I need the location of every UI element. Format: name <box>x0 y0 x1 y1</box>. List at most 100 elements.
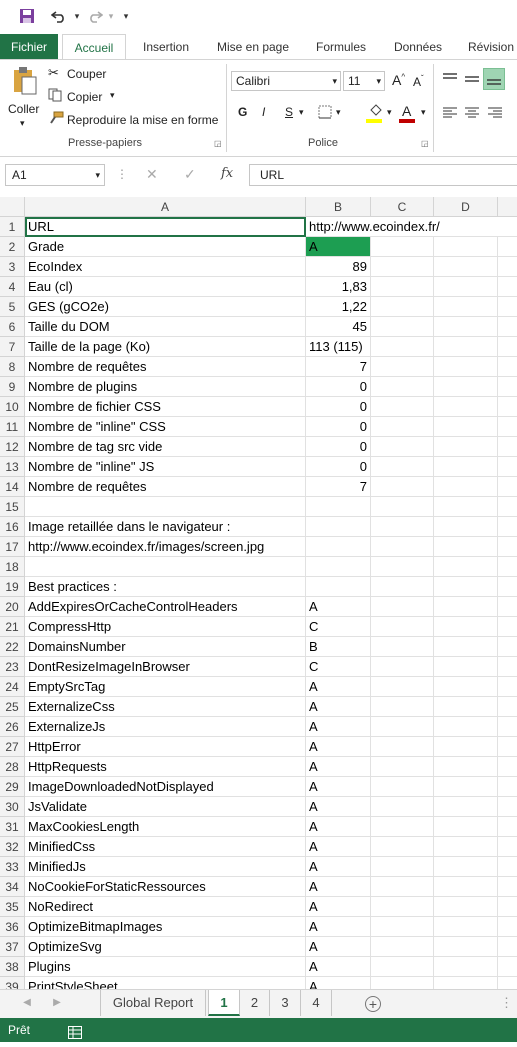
row-header[interactable]: 37 <box>0 937 25 957</box>
cell-a[interactable]: Nombre de fichier CSS <box>25 397 306 417</box>
row-header[interactable]: 34 <box>0 877 25 897</box>
italic-button[interactable]: I <box>262 105 265 119</box>
add-sheet-button[interactable]: + <box>365 996 381 1012</box>
cell-e[interactable] <box>498 477 517 497</box>
cell-b[interactable]: A <box>306 837 371 857</box>
cell-d[interactable] <box>434 757 498 777</box>
cell-b[interactable]: A <box>306 717 371 737</box>
tab-insertion[interactable]: Insertion <box>134 34 198 60</box>
name-box[interactable]: A1 ▾ <box>5 164 105 186</box>
dialog-launcher-icon[interactable]: ◲ <box>421 139 429 148</box>
cell-d[interactable] <box>434 297 498 317</box>
cell-e[interactable] <box>498 757 517 777</box>
font-color-button[interactable]: A <box>399 103 419 125</box>
cell-b[interactable]: 1,83 <box>306 277 371 297</box>
align-middle-icon[interactable] <box>464 72 480 86</box>
cell-a[interactable] <box>25 497 306 517</box>
cell-e[interactable] <box>498 317 517 337</box>
cell-b[interactable]: A <box>306 937 371 957</box>
align-right-icon[interactable] <box>487 106 503 120</box>
cell-b[interactable] <box>306 537 371 557</box>
row-header[interactable]: 18 <box>0 557 25 577</box>
select-all-corner[interactable] <box>0 197 25 217</box>
cell-a[interactable]: Nombre de requêtes <box>25 477 306 497</box>
row-header[interactable]: 3 <box>0 257 25 277</box>
cell-b[interactable]: 0 <box>306 397 371 417</box>
cell-b[interactable]: A <box>306 817 371 837</box>
row-header[interactable]: 6 <box>0 317 25 337</box>
cell-e[interactable] <box>498 917 517 937</box>
cell-d[interactable] <box>434 317 498 337</box>
cell-b[interactable]: A <box>306 957 371 977</box>
column-header-b[interactable]: B <box>306 197 371 217</box>
row-header[interactable]: 13 <box>0 457 25 477</box>
cell-e[interactable] <box>498 837 517 857</box>
borders-icon[interactable] <box>318 105 332 122</box>
chevron-down-icon[interactable]: ▾ <box>120 6 132 26</box>
cut-button[interactable]: ✂ Couper <box>48 65 118 83</box>
format-painter-button[interactable]: Reproduire la mise en forme <box>48 111 224 129</box>
tab-formules[interactable]: Formules <box>308 34 374 60</box>
redo-dropdown-icon[interactable]: ▾ <box>106 6 116 26</box>
cell-a[interactable]: MinifiedJs <box>25 857 306 877</box>
grip-icon[interactable]: ⋮ <box>500 990 513 1016</box>
cell-e[interactable] <box>498 717 517 737</box>
row-header[interactable]: 1 <box>0 217 25 237</box>
row-header[interactable]: 26 <box>0 717 25 737</box>
cell-d[interactable] <box>434 737 498 757</box>
cell-e[interactable] <box>498 357 517 377</box>
cell-c[interactable] <box>371 637 434 657</box>
shrink-font-button[interactable]: Aˇ <box>413 74 424 89</box>
cell-b[interactable]: C <box>306 657 371 677</box>
cell-c[interactable] <box>371 257 434 277</box>
cell-c[interactable] <box>371 297 434 317</box>
cell-b[interactable]: B <box>306 637 371 657</box>
cell-d[interactable] <box>434 977 498 989</box>
tab-fichier[interactable]: Fichier <box>0 34 58 60</box>
cell-b[interactable]: A <box>306 757 371 777</box>
cell-b[interactable]: A <box>306 917 371 937</box>
cell-d[interactable] <box>434 237 498 257</box>
cell-b[interactable]: A <box>306 737 371 757</box>
cell-c[interactable] <box>371 237 434 257</box>
undo-icon[interactable] <box>48 6 70 26</box>
cell-c[interactable] <box>371 277 434 297</box>
save-icon[interactable] <box>16 6 38 26</box>
cell-e[interactable] <box>498 857 517 877</box>
cell-a[interactable]: Nombre de "inline" CSS <box>25 417 306 437</box>
cell-e[interactable] <box>498 617 517 637</box>
cell-d[interactable] <box>434 877 498 897</box>
cell-b[interactable]: 1,22 <box>306 297 371 317</box>
row-header[interactable]: 20 <box>0 597 25 617</box>
cell-a[interactable]: NoRedirect <box>25 897 306 917</box>
row-header[interactable]: 36 <box>0 917 25 937</box>
bold-button[interactable]: G <box>238 105 247 119</box>
font-name-select[interactable]: Calibri ▾ <box>231 71 341 91</box>
cell-d[interactable] <box>434 697 498 717</box>
cell-d[interactable] <box>434 617 498 637</box>
grow-font-button[interactable]: A^ <box>392 72 405 88</box>
chevron-down-icon[interactable]: ▾ <box>421 107 426 118</box>
sheet-tab-global-report[interactable]: Global Report <box>100 990 206 1016</box>
cell-a[interactable]: HttpRequests <box>25 757 306 777</box>
cell-c[interactable] <box>371 717 434 737</box>
cell-e[interactable] <box>498 777 517 797</box>
cell-a[interactable]: http://www.ecoindex.fr/images/screen.jpg <box>25 537 306 557</box>
row-header[interactable]: 12 <box>0 437 25 457</box>
cell-a[interactable]: Nombre de tag src vide <box>25 437 306 457</box>
cell-e[interactable] <box>498 277 517 297</box>
cell-a[interactable]: ImageDownloadedNotDisplayed <box>25 777 306 797</box>
cell-b[interactable]: A <box>306 777 371 797</box>
cell-a[interactable]: Eau (cl) <box>25 277 306 297</box>
cell-a[interactable]: Nombre de "inline" JS <box>25 457 306 477</box>
fill-color-button[interactable] <box>366 103 386 125</box>
cell-e[interactable] <box>498 437 517 457</box>
cell-e[interactable] <box>498 697 517 717</box>
cell-a[interactable]: CompressHttp <box>25 617 306 637</box>
paste-button[interactable]: Coller ▾ <box>4 64 44 130</box>
cell-c[interactable] <box>371 457 434 477</box>
cell-c[interactable] <box>371 737 434 757</box>
cell-a[interactable]: Plugins <box>25 957 306 977</box>
tab-revision[interactable]: Révision <box>460 34 517 60</box>
cell-e[interactable] <box>498 977 517 989</box>
